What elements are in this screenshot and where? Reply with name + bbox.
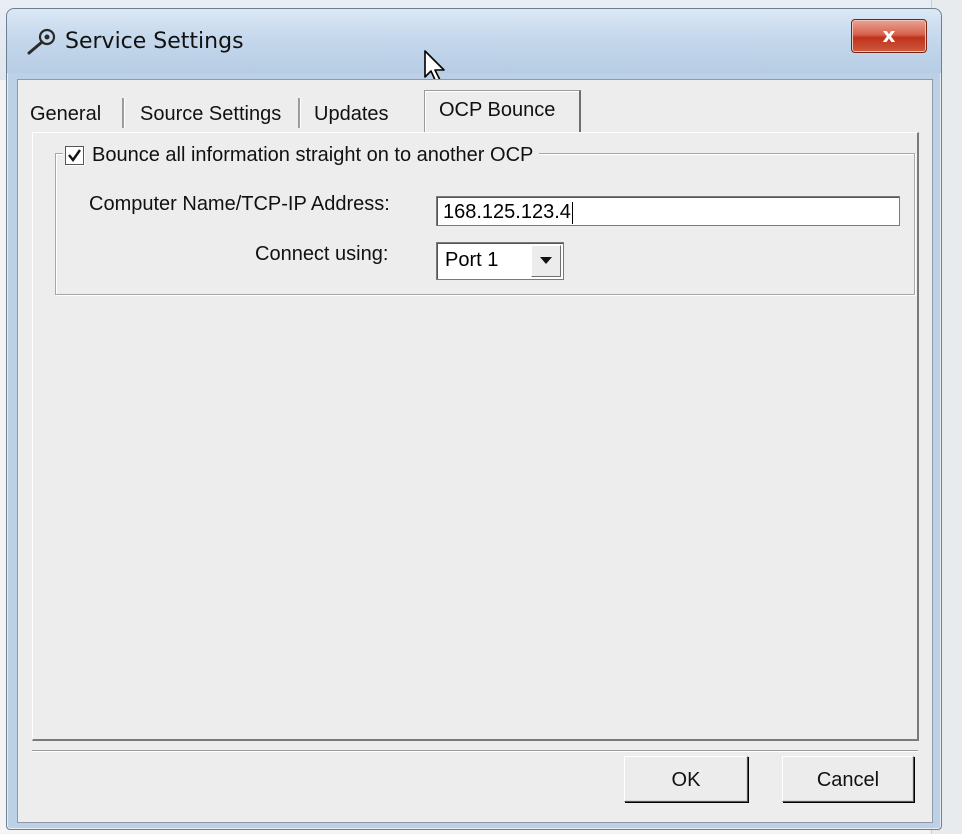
connect-using-value: Port 1 — [445, 249, 499, 271]
computer-name-label: Computer Name/TCP-IP Address: — [89, 193, 390, 215]
computer-name-input[interactable]: 168.125.123.4 — [436, 196, 900, 226]
tab-ocp-bounce-label: OCP Bounce — [439, 99, 556, 121]
computer-name-value: 168.125.123.4 — [443, 201, 571, 223]
bounce-checkbox-label: Bounce all information straight on to an… — [92, 143, 534, 166]
service-settings-dialog: Service Settings x General Source Settin… — [6, 8, 942, 830]
connect-using-select[interactable]: Port 1 — [436, 242, 564, 280]
tab-source-settings[interactable]: Source Settings — [136, 96, 285, 132]
button-separator — [32, 750, 918, 752]
tab-separator — [122, 98, 125, 128]
dialog-client-area: General Source Settings Updates OCP Boun… — [17, 79, 933, 823]
title-bar[interactable]: Service Settings x — [7, 9, 941, 73]
bounce-checkbox-row[interactable]: Bounce all information straight on to an… — [63, 141, 540, 169]
tab-ocp-bounce[interactable]: OCP Bounce — [424, 90, 581, 135]
wrench-icon — [25, 27, 59, 55]
cancel-button[interactable]: Cancel — [782, 756, 914, 802]
tab-separator — [298, 98, 301, 128]
chevron-down-icon — [540, 257, 552, 264]
tab-general[interactable]: General — [26, 96, 105, 132]
dropdown-button[interactable] — [531, 245, 561, 277]
window-title: Service Settings — [65, 29, 244, 54]
close-button[interactable]: x — [851, 19, 927, 53]
checkmark-icon — [68, 148, 81, 162]
bounce-checkbox[interactable] — [65, 145, 84, 165]
connect-using-label: Connect using: — [255, 243, 389, 265]
text-caret — [571, 201, 573, 224]
tab-updates[interactable]: Updates — [310, 96, 393, 132]
ok-button[interactable]: OK — [624, 756, 748, 802]
